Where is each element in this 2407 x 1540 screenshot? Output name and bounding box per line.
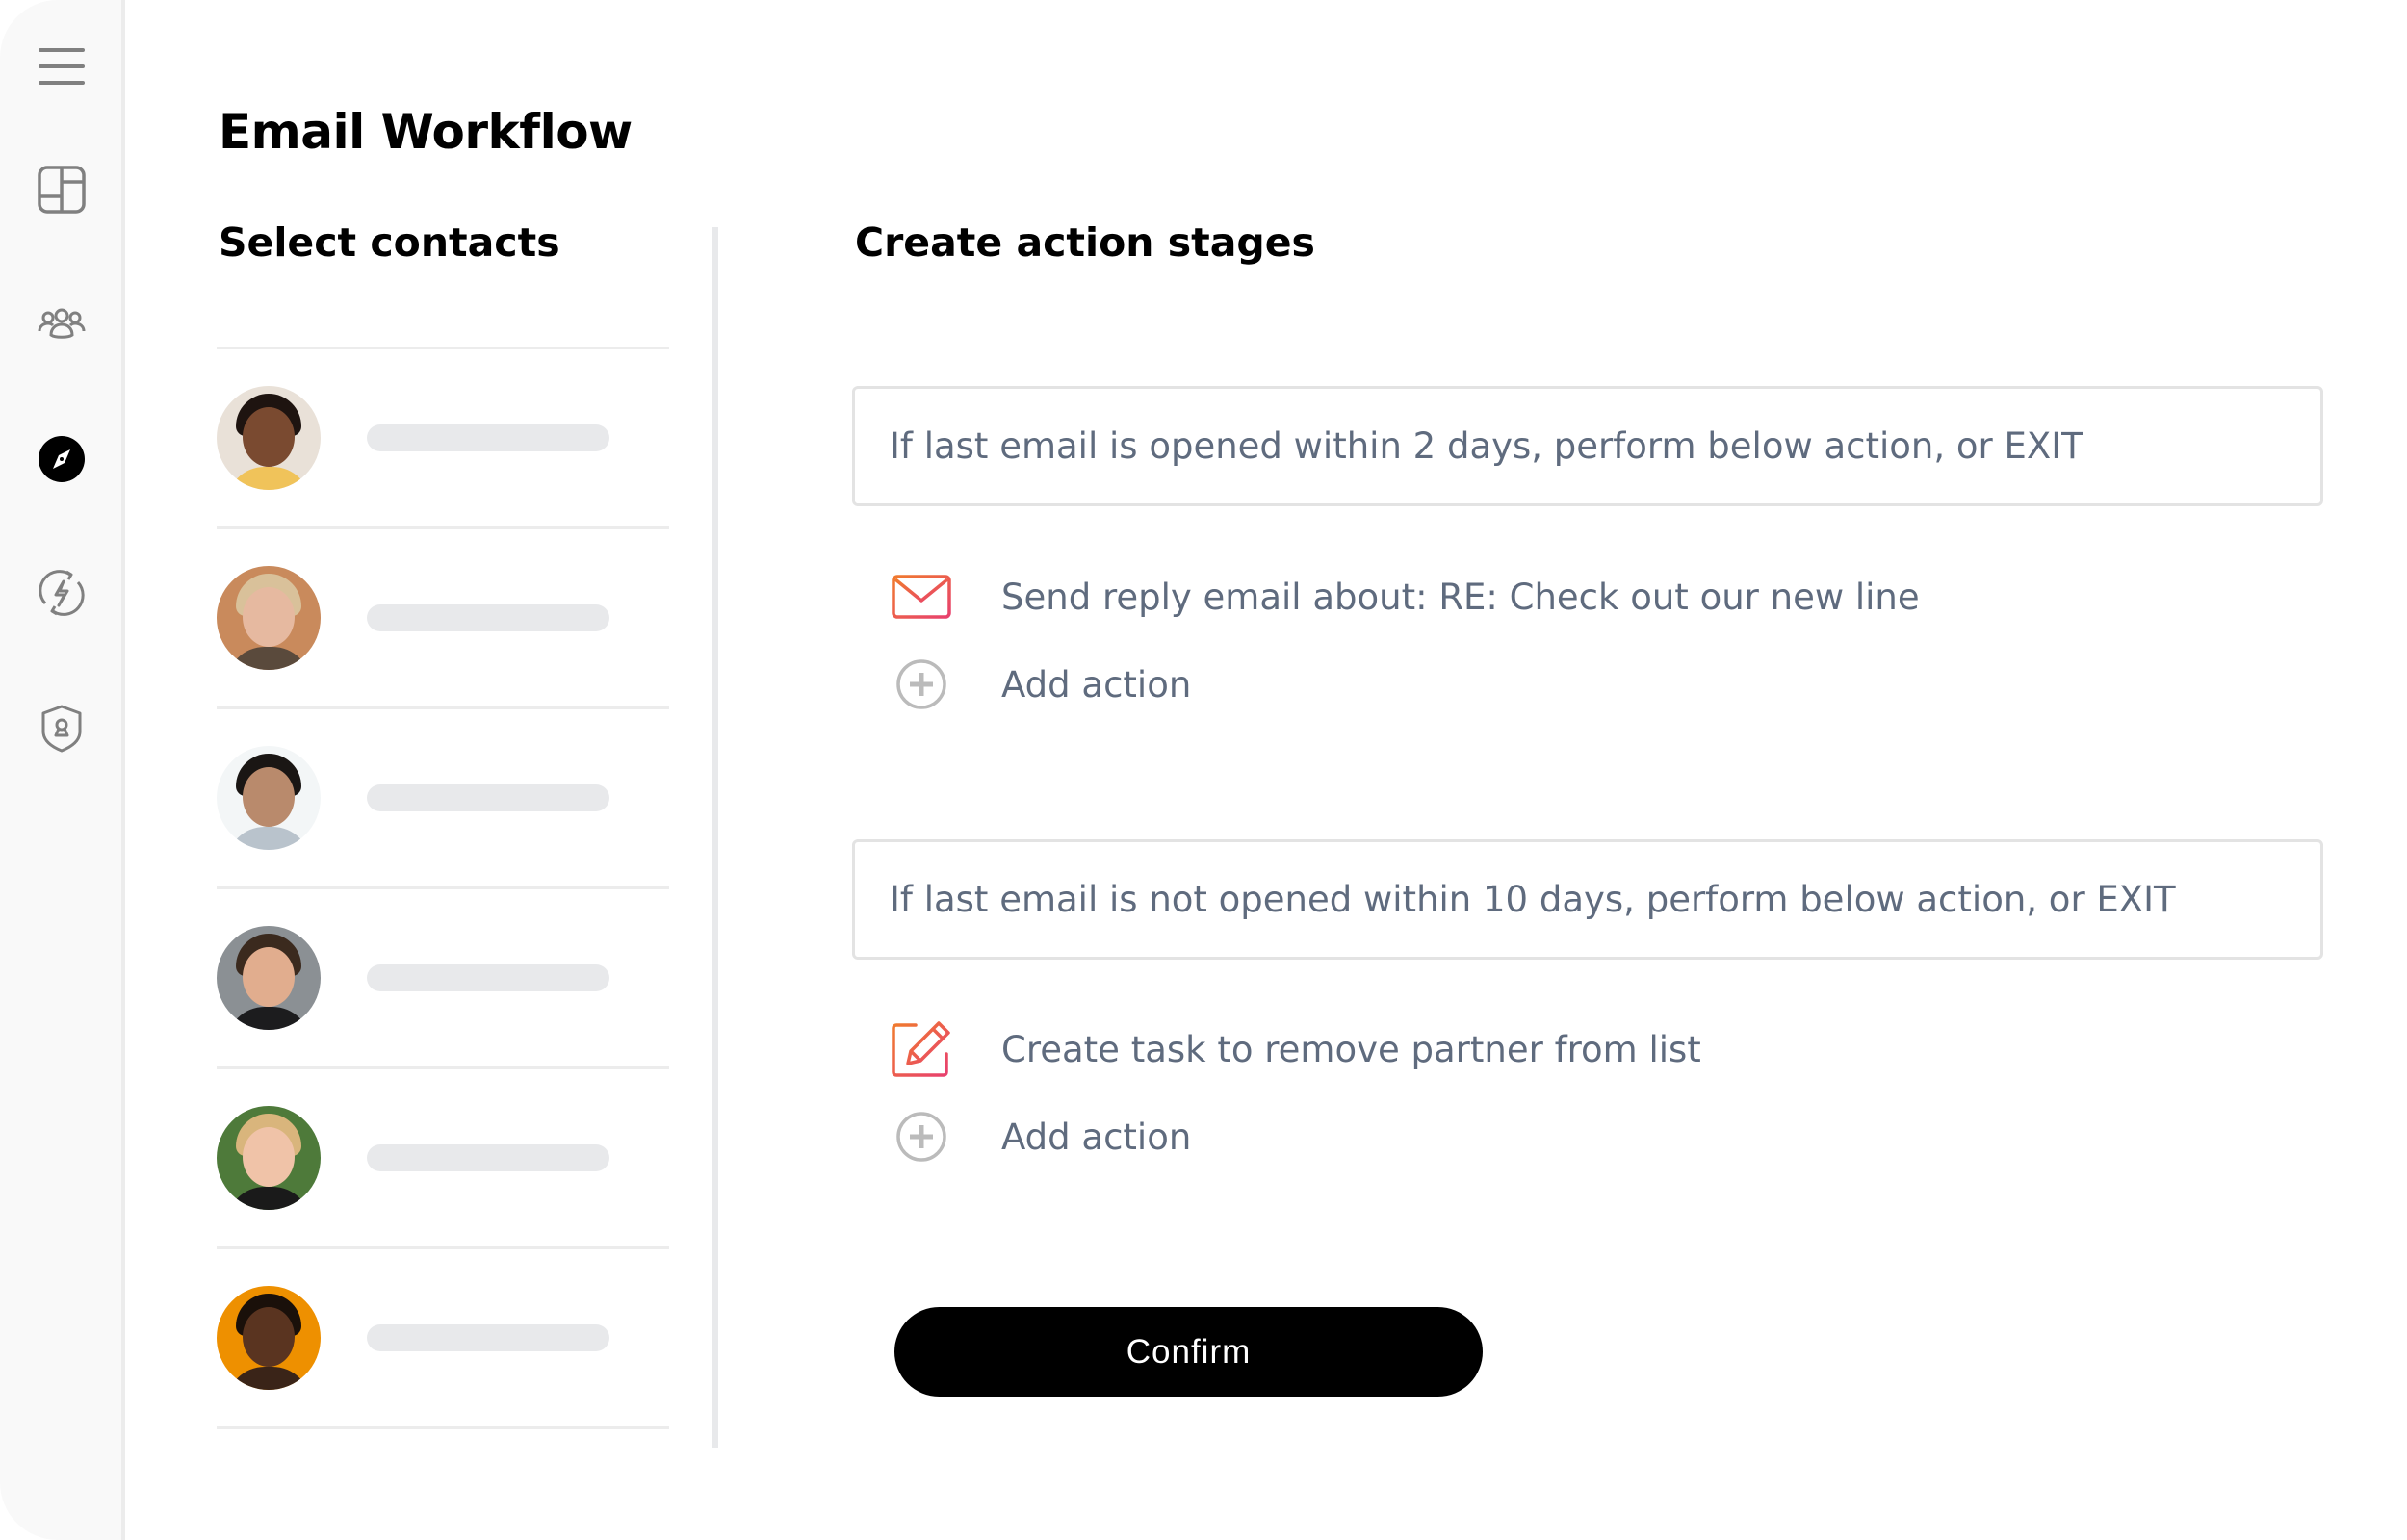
list-divider — [217, 1426, 669, 1429]
stage-condition-text: If last email is not opened within 10 da… — [890, 879, 2176, 920]
page-title: Email Workflow — [219, 104, 633, 160]
contacts-list — [217, 346, 669, 1429]
sidebar-item-automation[interactable] — [36, 567, 88, 619]
sidebar-item-contacts[interactable] — [36, 296, 88, 348]
avatar — [217, 386, 321, 490]
contact-row[interactable] — [217, 1069, 669, 1246]
contact-name-placeholder — [367, 1324, 609, 1351]
contacts-group-icon — [38, 308, 86, 339]
action-label: Send reply email about: RE: Check out ou… — [1001, 576, 1920, 618]
plus-circle-icon — [891, 1106, 952, 1168]
stage-2-action[interactable]: Create task to remove partner from list — [891, 1018, 1701, 1080]
contact-row[interactable] — [217, 1249, 669, 1426]
sidebar-item-security[interactable] — [36, 703, 88, 755]
contact-row[interactable] — [217, 529, 669, 706]
avatar — [217, 926, 321, 1030]
add-action-label: Add action — [1001, 663, 1192, 706]
stage-1-action[interactable]: Send reply email about: RE: Check out ou… — [891, 566, 1920, 628]
sidebar — [0, 0, 125, 1540]
avatar — [217, 1106, 321, 1210]
add-action-button-1[interactable]: Add action — [891, 654, 1191, 715]
avatar — [217, 566, 321, 670]
menu-icon — [39, 48, 85, 85]
stage-condition-2[interactable]: If last email is not opened within 10 da… — [852, 839, 2323, 960]
avatar — [217, 746, 321, 850]
panel-divider — [712, 227, 718, 1448]
avatar — [217, 1286, 321, 1390]
edit-task-icon — [891, 1018, 952, 1080]
contacts-panel-title: Select contacts — [219, 219, 560, 266]
contact-name-placeholder — [367, 784, 609, 811]
security-shield-icon — [41, 705, 82, 753]
automation-bolt-icon — [39, 570, 85, 616]
add-action-label: Add action — [1001, 1116, 1192, 1158]
contact-name-placeholder — [367, 424, 609, 451]
mail-icon — [891, 566, 952, 628]
stages-panel-title: Create action stages — [855, 219, 1315, 266]
contact-row[interactable] — [217, 709, 669, 886]
compass-icon — [39, 436, 85, 482]
sidebar-item-dashboard[interactable] — [36, 164, 88, 216]
contact-name-placeholder — [367, 1144, 609, 1171]
contact-row[interactable] — [217, 889, 669, 1066]
stage-condition-1[interactable]: If last email is opened within 2 days, p… — [852, 386, 2323, 506]
plus-circle-icon — [891, 654, 952, 715]
add-action-button-2[interactable]: Add action — [891, 1106, 1191, 1168]
contact-name-placeholder — [367, 964, 609, 991]
stage-condition-text: If last email is opened within 2 days, p… — [890, 425, 2083, 467]
sidebar-item-explore[interactable] — [36, 433, 88, 485]
confirm-button[interactable]: Confirm — [894, 1307, 1483, 1397]
action-label: Create task to remove partner from list — [1001, 1028, 1701, 1070]
menu-button[interactable] — [36, 40, 88, 92]
dashboard-icon — [38, 166, 86, 214]
contact-row[interactable] — [217, 349, 669, 526]
contact-name-placeholder — [367, 604, 609, 631]
